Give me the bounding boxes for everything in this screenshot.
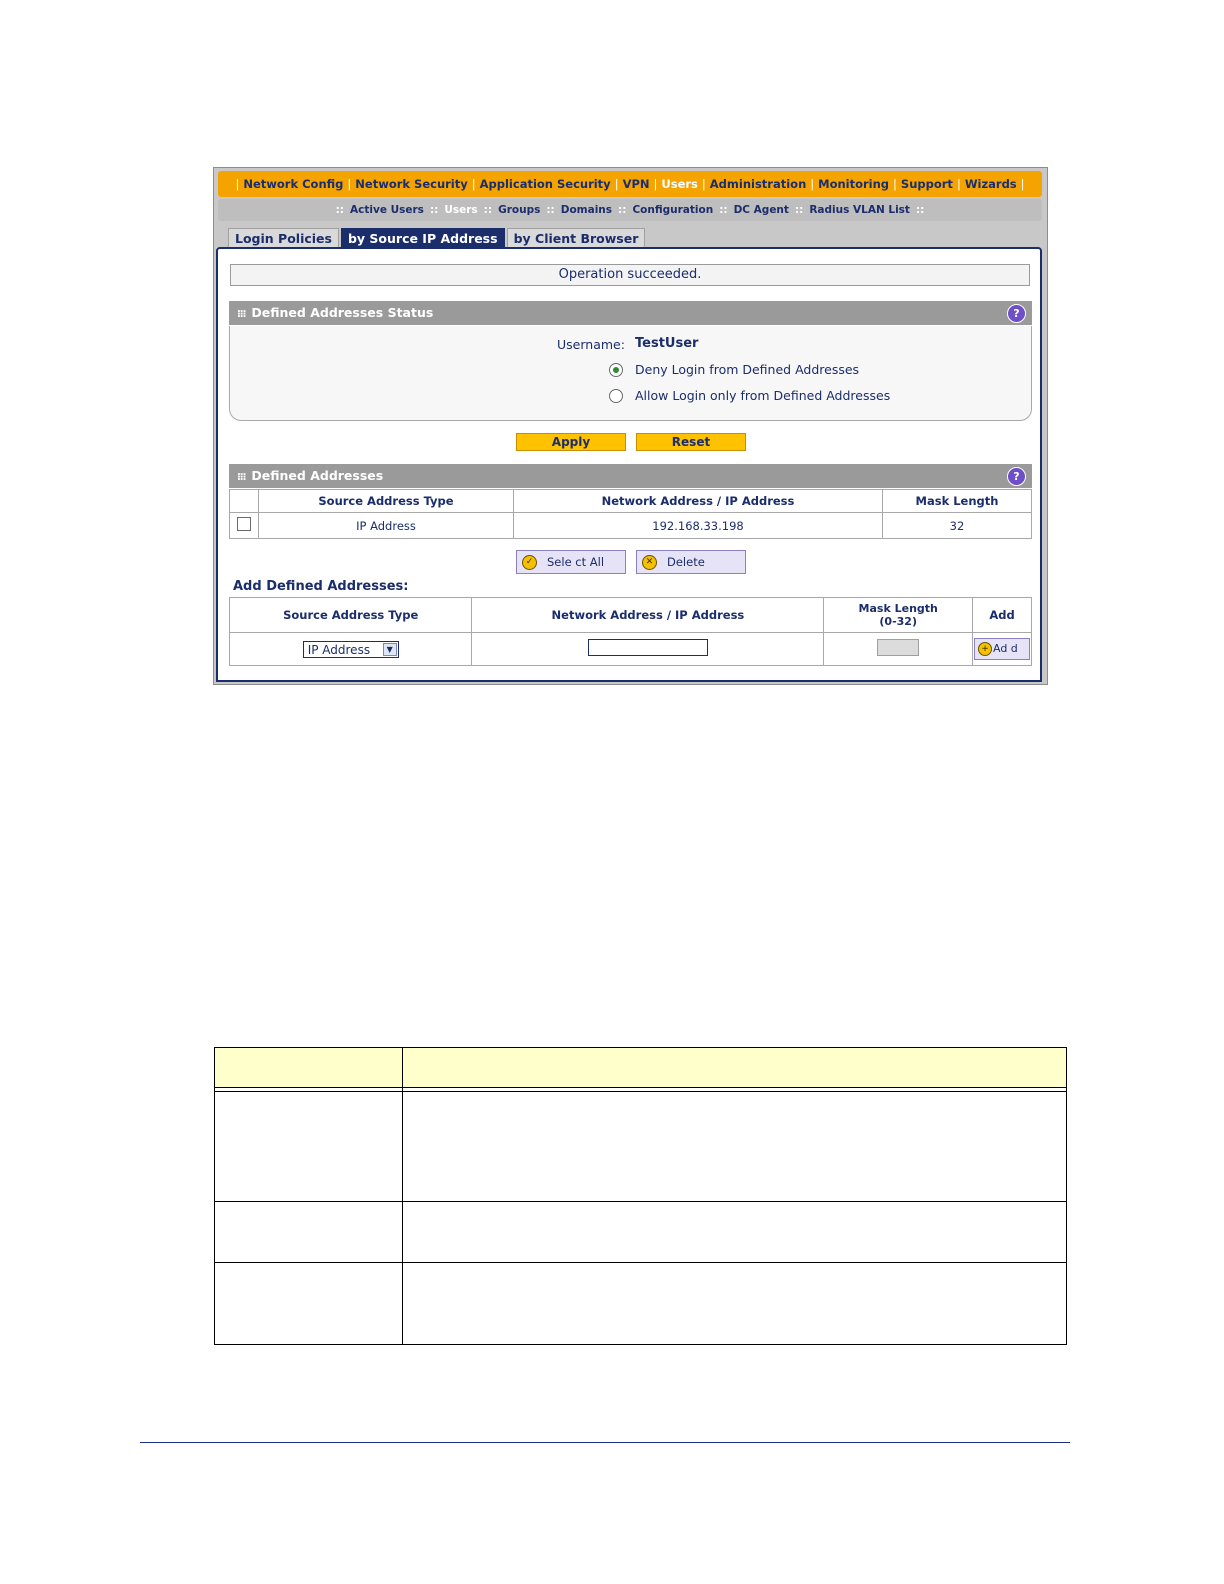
add-button[interactable]: + Ad d — [974, 638, 1030, 660]
defined-addresses-table: Source Address Type Network Address / IP… — [229, 489, 1032, 539]
row-type: IP Address — [258, 512, 514, 539]
plus-icon: + — [978, 642, 992, 656]
allow-radio[interactable] — [609, 389, 623, 403]
doc-cell — [214, 1091, 403, 1202]
defined-status-box — [229, 326, 1032, 421]
defined-addresses-header: ⁝⁝⁝ Defined Addresses ? — [229, 464, 1032, 488]
tab-login-policies[interactable]: Login Policies — [228, 228, 339, 248]
col-source-type: Source Address Type — [258, 489, 514, 513]
tab-by-client-browser[interactable]: by Client Browser — [506, 228, 646, 248]
apply-button[interactable]: Apply — [516, 433, 626, 451]
grip-icon: ⁝⁝⁝ — [237, 472, 246, 483]
subnav-dc-agent[interactable]: DC Agent — [734, 204, 789, 216]
chevron-down-icon: ▼ — [382, 642, 397, 656]
allow-radio-label: Allow Login only from Defined Addresses — [635, 388, 891, 403]
add-col-mask-length: Mask Length — [858, 602, 938, 615]
row-checkbox[interactable] — [237, 517, 251, 531]
tab-by-source-ip[interactable]: by Source IP Address — [340, 228, 505, 248]
doc-cell — [402, 1091, 1067, 1202]
add-button-label: Ad d — [993, 642, 1018, 655]
nav-users[interactable]: Users — [661, 177, 698, 191]
subnav-users[interactable]: Users — [444, 204, 477, 216]
table-row: IP Address 192.168.33.198 32 — [229, 512, 1032, 539]
section-title: Defined Addresses Status — [251, 305, 434, 320]
row-mask: 32 — [882, 512, 1032, 539]
help-icon[interactable]: ? — [1007, 304, 1026, 323]
footer-rule — [140, 1442, 1070, 1443]
check-icon: ✓ — [522, 555, 537, 570]
doc-header-cell — [402, 1047, 1067, 1088]
nav-support[interactable]: Support — [901, 177, 953, 191]
reset-button[interactable]: Reset — [636, 433, 746, 451]
add-col-network-address: Network Address / IP Address — [471, 597, 825, 633]
username-value: TestUser — [635, 336, 699, 351]
doc-cell — [402, 1201, 1067, 1263]
checkbox-header — [229, 489, 259, 513]
grip-icon: ⁝⁝⁝ — [237, 309, 246, 320]
add-col-mask-range: (0-32) — [879, 615, 917, 628]
top-navigation: | Network Config | Network Security | Appl… — [218, 171, 1042, 197]
nav-wizards[interactable]: Wizards — [965, 177, 1017, 191]
select-all-button[interactable]: ✓ Sele ct All — [516, 550, 626, 574]
add-addresses-table: Source Address Type Network Address / IP… — [228, 597, 1032, 666]
doc-header-cell — [214, 1047, 403, 1088]
row-address: 192.168.33.198 — [513, 512, 883, 539]
nav-vpn[interactable]: VPN — [623, 177, 650, 191]
add-col-source-type: Source Address Type — [228, 597, 473, 633]
subnav-domains[interactable]: Domains — [561, 204, 612, 216]
source-type-select[interactable]: IP Address ▼ — [302, 640, 399, 658]
nav-monitoring[interactable]: Monitoring — [818, 177, 889, 191]
add-col-add: Add — [972, 597, 1032, 633]
screenshot-frame: | Network Config | Network Security | Appl… — [213, 167, 1048, 685]
deny-radio-label: Deny Login from Defined Addresses — [635, 362, 860, 377]
nav-application-security[interactable]: Application Security — [480, 177, 611, 191]
doc-cell — [214, 1201, 403, 1263]
section-title: Defined Addresses — [251, 468, 384, 483]
delete-icon: ✕ — [642, 555, 657, 570]
subnav-radius-vlan-list[interactable]: Radius VLAN List — [809, 204, 910, 216]
col-mask-length: Mask Length — [882, 489, 1032, 513]
subnav-configuration[interactable]: Configuration — [632, 204, 713, 216]
username-label: Username: — [557, 337, 625, 352]
select-all-label: Sele ct All — [547, 555, 605, 569]
doc-cell — [402, 1262, 1067, 1345]
mask-length-input — [877, 639, 920, 656]
defined-status-header: ⁝⁝⁝ Defined Addresses Status ? — [229, 301, 1032, 325]
delete-button[interactable]: ✕ Delete — [636, 550, 746, 574]
subnav-active-users[interactable]: Active Users — [350, 204, 424, 216]
doc-cell — [214, 1262, 403, 1345]
main-panel: Operation succeeded. ⁝⁝⁝ Defined Addresse… — [216, 247, 1042, 682]
col-network-address: Network Address / IP Address — [513, 489, 883, 513]
nav-administration[interactable]: Administration — [710, 177, 807, 191]
document-table — [214, 1047, 1067, 1345]
deny-radio[interactable] — [609, 363, 623, 377]
nav-network-config[interactable]: Network Config — [243, 177, 343, 191]
sub-navigation: :: Active Users:: Users:: Groups:: Domai… — [218, 199, 1042, 221]
network-address-input[interactable] — [587, 639, 708, 656]
nav-network-security[interactable]: Network Security — [355, 177, 467, 191]
select-value: IP Address — [307, 642, 371, 657]
status-message: Operation succeeded. — [230, 264, 1030, 286]
help-icon[interactable]: ? — [1007, 467, 1026, 486]
add-section-title: Add Defined Addresses: — [233, 579, 409, 594]
tab-bar: Login Policies by Source IP Address by C… — [228, 228, 647, 248]
delete-label: Delete — [667, 555, 705, 569]
subnav-groups[interactable]: Groups — [498, 204, 540, 216]
